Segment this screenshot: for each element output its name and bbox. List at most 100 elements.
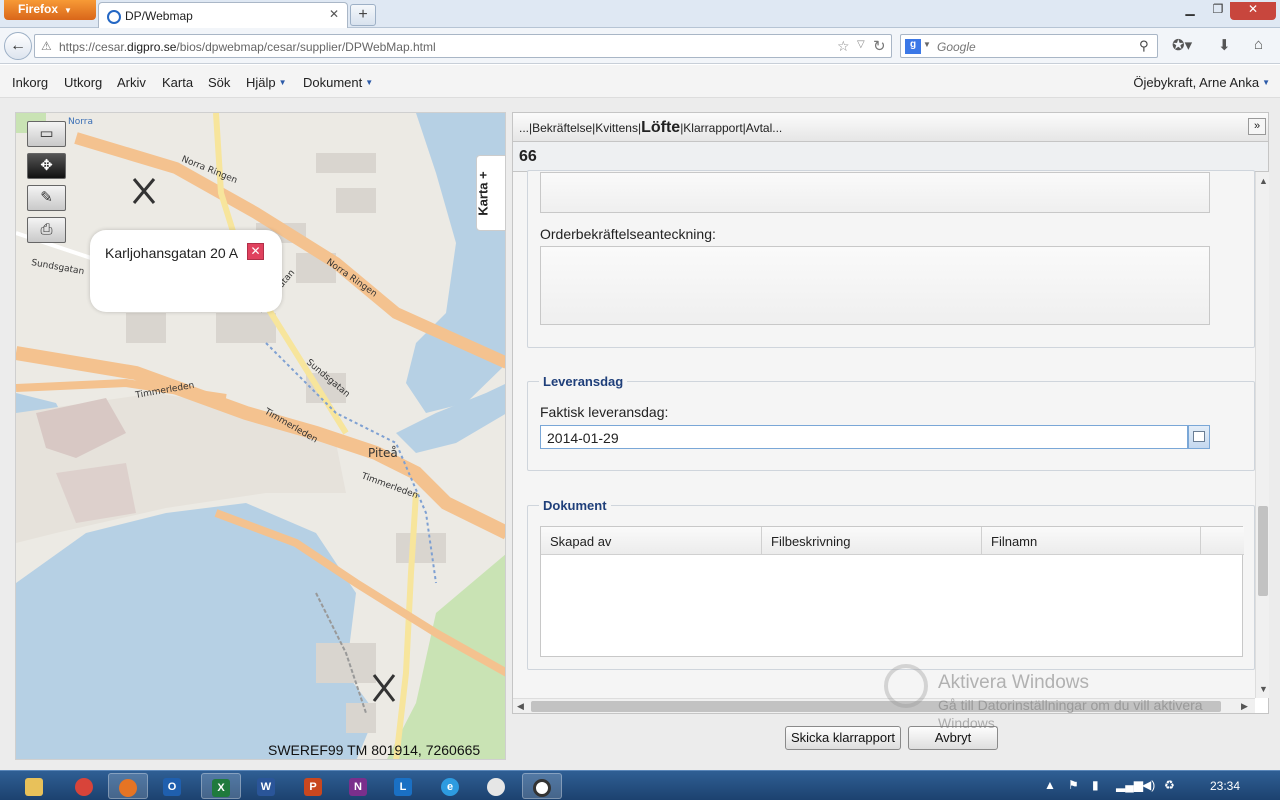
map-marker-icon (132, 178, 156, 204)
sync-icon[interactable]: ♻ (1164, 778, 1175, 792)
scroll-down-icon[interactable]: ▼ (1259, 684, 1268, 694)
actual-delivery-date-input[interactable]: 2014-01-29 (540, 425, 1188, 449)
history-dropdown-icon[interactable]: ▽ (857, 39, 865, 50)
column-header-filename[interactable]: Filnamn (982, 527, 1201, 555)
word-icon[interactable]: W (246, 773, 286, 799)
popup-close-icon[interactable]: ✕ (247, 243, 264, 260)
onenote-icon[interactable]: N (338, 773, 378, 799)
menu-dokument-label: Dokument (303, 75, 363, 90)
karta-side-tab[interactable]: Karta + (476, 155, 506, 231)
powerpoint-icon[interactable]: P (293, 773, 333, 799)
url-text[interactable]: https://cesar.digpro.se/bios/dpwebmap/ce… (59, 40, 436, 54)
close-window-icon[interactable]: ✕ (1230, 2, 1276, 20)
new-tab-button[interactable]: + (350, 4, 376, 26)
browser-tab[interactable]: DP/Webmap ✕ (98, 2, 348, 29)
downloads-icon[interactable]: ⬇ (1218, 36, 1231, 54)
tab-title: DP/Webmap (125, 9, 193, 23)
app-menu-bar: Inkorg Utkorg Arkiv Karta Sök Hjälp ▼ Dok… (0, 65, 1280, 98)
chevron-down-icon: ▼ (64, 6, 72, 15)
bookmarks-menu-icon[interactable]: ✪▾ (1172, 36, 1192, 54)
browser-nav-bar: ← ⚠ https://cesar.digpro.se/bios/dpwebma… (0, 28, 1280, 64)
menu-utkorg[interactable]: Utkorg (64, 75, 102, 90)
vertical-scroll-thumb[interactable] (1258, 506, 1268, 596)
warning-icon[interactable]: ⚠ (41, 39, 52, 53)
volume-icon[interactable]: ◀) (1142, 778, 1155, 792)
popup-address: Karljohansgatan 20 A (105, 245, 239, 261)
watermark-text: Gå till Datorinställningar om du vill ak… (938, 697, 1203, 731)
vertical-scrollbar[interactable]: ▲ ▼ (1255, 172, 1269, 698)
outlook-icon[interactable]: O (152, 773, 192, 799)
chevron-down-icon: ▼ (1262, 78, 1270, 87)
measure-tool-icon[interactable]: ✎ (27, 185, 66, 211)
firefox-icon[interactable] (108, 773, 148, 799)
minimize-window-icon[interactable]: ▁ (1176, 2, 1204, 20)
menu-sok[interactable]: Sök (208, 75, 230, 90)
menu-dokument[interactable]: Dokument ▼ (303, 75, 373, 90)
home-icon[interactable]: ⌂ (1254, 36, 1263, 53)
column-header-description[interactable]: Filbeskrivning (762, 527, 982, 555)
action-center-flag-icon[interactable]: ⚑ (1068, 778, 1079, 792)
breadcrumb-next[interactable]: |Klarrapport|Avtal... (680, 121, 782, 135)
breadcrumb-current: Löfte (641, 119, 681, 136)
chevron-down-icon: ▼ (365, 78, 374, 87)
map-view[interactable]: Norra Ringen Norra Ringen Hamngatan Sund… (15, 112, 506, 760)
search-bar[interactable]: g ▼ Google ⚲ (900, 34, 1158, 58)
back-arrow-icon[interactable]: ← (4, 32, 32, 60)
google-engine-icon[interactable]: g (905, 39, 921, 54)
breadcrumb: ...|Bekräftelse|Kvittens|Löfte|Klarrappo… (512, 112, 1269, 142)
zoom-box-tool-icon[interactable]: ▭ (27, 121, 66, 147)
menu-karta[interactable]: Karta (162, 75, 193, 90)
menu-arkiv[interactable]: Arkiv (117, 75, 146, 90)
tab-close-icon[interactable]: ✕ (329, 7, 339, 21)
url-bar[interactable]: ⚠ https://cesar.digpro.se/bios/dpwebmap/… (34, 34, 892, 58)
battery-icon[interactable]: ▮ (1092, 778, 1099, 792)
print-tool-icon[interactable]: ⎙ (27, 217, 66, 243)
watermark-title: Aktivera Windows (938, 672, 1089, 693)
internet-explorer-icon[interactable]: e (430, 773, 470, 799)
scroll-up-icon[interactable]: ▲ (1259, 176, 1268, 186)
column-header-created-by[interactable]: Skapad av (541, 527, 762, 555)
order-note-field[interactable] (540, 246, 1210, 325)
expand-panel-icon[interactable]: » (1248, 118, 1266, 135)
chrome-icon[interactable] (64, 773, 104, 799)
menu-hjalp[interactable]: Hjälp ▼ (246, 75, 287, 90)
bookmark-star-icon[interactable]: ☆ (837, 38, 850, 55)
tray-expand-icon[interactable]: ▲ (1044, 778, 1056, 792)
excel-icon[interactable]: X (201, 773, 241, 799)
street-label: Sundsgatan (30, 258, 84, 277)
user-name: Öjebykraft, Arne Anka (1133, 75, 1260, 90)
url-path: /bios/dpwebmap/cesar/supplier/DPWebMap.h… (176, 40, 436, 54)
file-explorer-icon[interactable] (14, 773, 54, 799)
engine-dropdown-icon[interactable]: ▼ (923, 40, 931, 49)
network-signal-icon[interactable]: ▂▄▆ (1116, 778, 1143, 792)
paint-icon[interactable] (476, 773, 516, 799)
restore-window-icon[interactable]: ❐ (1204, 2, 1232, 20)
taskbar-clock[interactable]: 23:34 (1210, 779, 1240, 793)
chevron-down-icon: ▼ (278, 78, 287, 87)
send-report-button[interactable]: Skicka klarrapport (785, 726, 901, 750)
menu-inkorg[interactable]: Inkorg (12, 75, 48, 90)
reload-icon[interactable]: ↻ (873, 37, 886, 55)
search-icon[interactable]: ⚲ (1139, 38, 1149, 54)
activation-watermark: Aktivera Windows Gå till Datorinställnin… (938, 672, 1238, 732)
map-coordinates: SWEREF99 TM 801914, 7260665 (268, 742, 481, 758)
firefox-menu-button[interactable]: Firefox ▼ (4, 0, 96, 20)
map-canvas: Norra Ringen Norra Ringen Hamngatan Sund… (16, 113, 505, 759)
key-icon (884, 664, 928, 708)
calendar-glyph (1193, 431, 1205, 442)
scroll-right-icon[interactable]: ▶ (1241, 701, 1248, 712)
pan-tool-icon[interactable]: ✥ (27, 153, 66, 179)
user-menu[interactable]: Öjebykraft, Arne Anka ▼ (1133, 75, 1270, 90)
scroll-left-icon[interactable]: ◀ (517, 701, 524, 712)
karta-tab-label: Karta + (475, 171, 491, 216)
actual-delivery-label: Faktisk leveransdag: (540, 404, 669, 420)
url-prefix: https://cesar. (59, 40, 128, 54)
documents-section-title: Dokument (539, 498, 611, 513)
calendar-icon[interactable] (1188, 425, 1210, 449)
previous-note-field[interactable] (540, 172, 1210, 213)
dpwebmap-app-icon[interactable] (522, 773, 562, 799)
order-note-label: Orderbekräftelseanteckning: (540, 226, 716, 242)
documents-table[interactable]: Skapad av Filbeskrivning Filnamn (540, 526, 1244, 657)
breadcrumb-prev[interactable]: ...|Bekräftelse|Kvittens| (519, 121, 641, 135)
lync-icon[interactable]: L (383, 773, 423, 799)
